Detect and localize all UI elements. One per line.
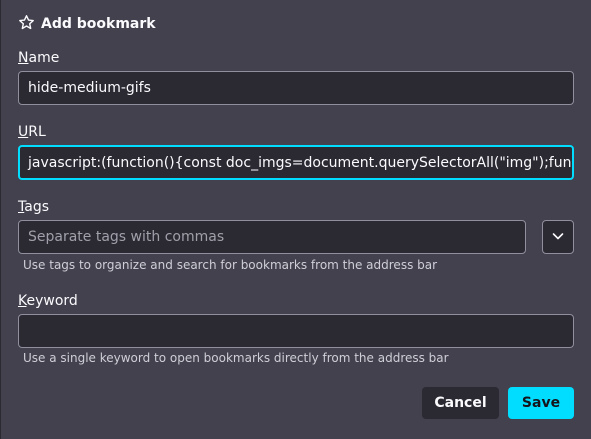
name-field[interactable]: hide-medium-gifs — [18, 71, 574, 105]
tags-field-placeholder: Separate tags with commas — [28, 229, 225, 245]
url-label: URL — [18, 124, 46, 140]
dialog-titlebar: Add bookmark — [18, 13, 156, 35]
name-label: Name — [18, 50, 60, 66]
keyword-label: Keyword — [18, 293, 78, 309]
tags-hint: Use tags to organize and search for book… — [23, 258, 438, 272]
cancel-button[interactable]: Cancel — [422, 387, 499, 419]
name-field-value: hide-medium-gifs — [28, 80, 151, 96]
save-button[interactable]: Save — [508, 387, 574, 419]
url-field[interactable]: javascript:(function(){const doc_imgs=do… — [18, 145, 574, 180]
tags-label: Tags — [18, 199, 49, 215]
star-outline-icon — [18, 14, 35, 35]
chevron-down-icon — [551, 228, 565, 247]
url-field-value: javascript:(function(){const doc_imgs=do… — [28, 154, 574, 171]
tags-field[interactable]: Separate tags with commas — [18, 220, 526, 254]
keyword-field[interactable] — [18, 314, 574, 348]
add-bookmark-dialog: Add bookmark Name hide-medium-gifs URL j… — [0, 0, 591, 439]
keyword-hint: Use a single keyword to open bookmarks d… — [23, 351, 449, 365]
dialog-title: Add bookmark — [41, 16, 156, 32]
tags-dropdown-button[interactable] — [542, 220, 574, 254]
